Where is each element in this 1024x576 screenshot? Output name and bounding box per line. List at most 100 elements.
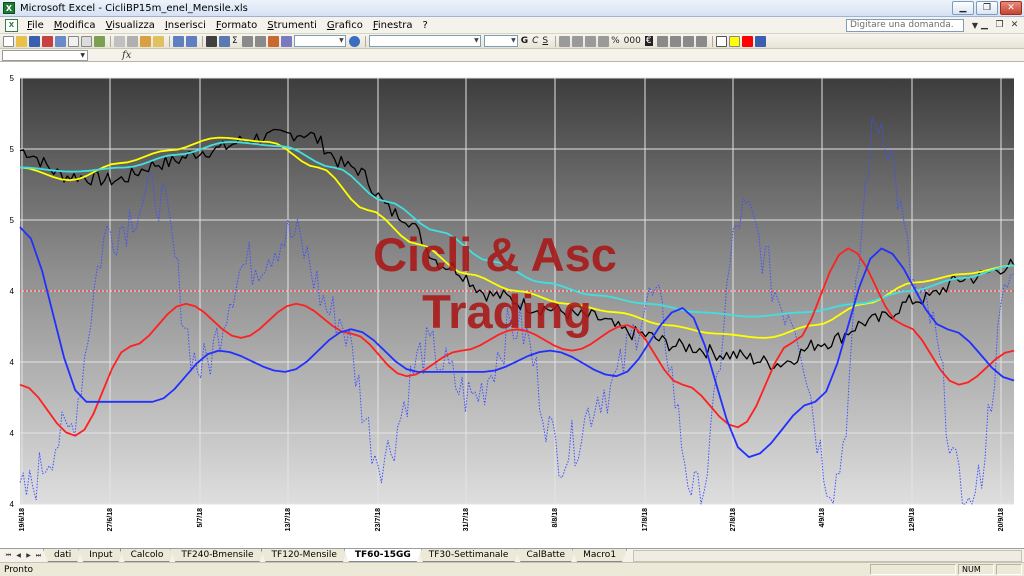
sheet-tab-input[interactable]: Input (78, 549, 123, 562)
maximize-button[interactable]: ❐ (976, 1, 998, 15)
font-size-combo[interactable] (483, 35, 518, 47)
restore-icon: ❐ (982, 3, 992, 13)
toolbar-options-icon[interactable] (754, 35, 766, 47)
paste-icon[interactable] (140, 35, 151, 47)
sheet-tab-tf60[interactable]: TF60-15GG (344, 549, 422, 562)
excel-window: X Microsoft Excel - CicliBP15m_enel_Mens… (0, 0, 1024, 576)
save-icon[interactable] (29, 35, 40, 47)
chart-area[interactable]: 5 5 5 4 4 4 4 19/6/18 27/6/18 5/7/18 13/7/18 23/7/… (0, 62, 1024, 548)
open-icon[interactable] (16, 35, 27, 47)
menu-modifica[interactable]: Modifica (49, 20, 101, 31)
borders-icon[interactable] (715, 35, 727, 47)
menu-grafico[interactable]: Grafico (322, 20, 368, 31)
minimize-button[interactable]: ▁ (952, 1, 974, 15)
y-tick-label: 4 (10, 358, 15, 367)
decrease-indent-icon[interactable] (682, 35, 694, 47)
autosum-icon[interactable]: Σ (232, 36, 238, 46)
next-sheet-icon[interactable]: ▶ (24, 551, 33, 560)
help-icon[interactable] (348, 35, 360, 47)
menu-inserisci[interactable]: Inserisci (160, 20, 211, 31)
toolbar-separator (555, 35, 557, 47)
email-icon[interactable] (55, 35, 66, 47)
format-painter-icon[interactable] (153, 35, 164, 47)
y-tick-label: 4 (10, 429, 15, 438)
sheet-tab-calbatte[interactable]: CalBatte (515, 549, 576, 562)
redo-icon[interactable] (186, 35, 197, 47)
sheet-tab-calcolo[interactable]: Calcolo (120, 549, 175, 562)
sort-ascending-icon[interactable] (241, 35, 253, 47)
menu-help[interactable]: ? (417, 20, 432, 31)
sheet-tab-macro1[interactable]: Macro1 (572, 549, 627, 562)
increase-decimal-icon[interactable] (656, 35, 668, 47)
function-icon[interactable]: fx (122, 50, 131, 61)
drawing-icon[interactable] (280, 35, 292, 47)
menu-file[interactable]: File (22, 20, 49, 31)
x-tick-label: 12/9/18 (909, 508, 916, 531)
print-preview-icon[interactable] (81, 35, 92, 47)
y-tick-label: 4 (10, 287, 15, 296)
menu-strumenti[interactable]: Strumenti (262, 20, 322, 31)
title-bar[interactable]: X Microsoft Excel - CicliBP15m_enel_Mens… (0, 0, 1024, 17)
font-name-combo[interactable] (368, 35, 481, 47)
chart-wizard-icon[interactable] (219, 35, 230, 47)
percent-button[interactable]: % (611, 36, 620, 46)
align-right-icon[interactable] (585, 35, 597, 47)
chart-icon[interactable] (267, 35, 279, 47)
sheet-tab-tf30[interactable]: TF30-Settimanale (418, 549, 520, 562)
prev-sheet-icon[interactable]: ◀ (14, 551, 23, 560)
font-color-icon[interactable] (741, 35, 753, 47)
decrease-decimal-icon[interactable] (669, 35, 681, 47)
chart-svg[interactable]: 5 5 5 4 4 4 4 19/6/18 27/6/18 5/7/18 13/7/18 23/7/… (0, 62, 1024, 548)
bold-button[interactable]: G (521, 36, 528, 46)
copy-icon[interactable] (127, 35, 138, 47)
x-tick-label: 17/8/18 (642, 508, 649, 531)
align-left-icon[interactable] (559, 35, 571, 47)
close-button[interactable]: ✕ (1000, 1, 1022, 15)
sheet-tab-tf240[interactable]: TF240-Bmensile (170, 549, 264, 562)
excel-icon[interactable]: X (3, 2, 15, 14)
italic-button[interactable]: C (532, 36, 538, 46)
menu-finestra[interactable]: Finestra (368, 20, 418, 31)
horizontal-scrollbar[interactable] (633, 550, 1022, 562)
thousands-button[interactable]: 000 (624, 36, 641, 46)
doc-restore-icon[interactable]: ❐ (993, 19, 1006, 32)
hyperlink-icon[interactable] (206, 35, 217, 47)
spelling-icon[interactable] (94, 35, 105, 47)
name-box[interactable] (2, 49, 88, 61)
euro-button[interactable]: € (644, 36, 653, 46)
print-icon[interactable] (68, 35, 79, 47)
workbook-icon[interactable]: X (5, 18, 18, 32)
watermark-line-2: Trading (422, 285, 592, 338)
fill-color-icon[interactable] (728, 35, 740, 47)
doc-close-icon[interactable]: ✕ (1008, 19, 1021, 32)
help-search-input[interactable]: Digitare una domanda. (846, 19, 964, 32)
x-tick-label: 4/9/18 (819, 508, 826, 528)
underline-button[interactable]: S (542, 36, 548, 46)
toolbar: Σ G C S % 000 € (0, 34, 1024, 49)
x-tick-label: 31/7/18 (463, 508, 470, 531)
menu-bar: X File Modifica Visualizza Inserisci For… (0, 17, 1024, 34)
merge-center-icon[interactable] (598, 35, 610, 47)
permission-icon[interactable] (42, 35, 53, 47)
sort-descending-icon[interactable] (254, 35, 266, 47)
x-tick-label: 5/7/18 (197, 508, 204, 528)
toolbar-separator (202, 35, 203, 47)
x-tick-label: 8/8/18 (552, 508, 559, 528)
align-center-icon[interactable] (572, 35, 584, 47)
first-sheet-icon[interactable]: ⏮ (4, 551, 13, 560)
cut-icon[interactable] (114, 35, 125, 47)
sheet-tabs-bar: ⏮ ◀ ▶ ⏭ dati Input Calcolo TF240-Bmensil… (0, 548, 1024, 562)
menu-formato[interactable]: Formato (211, 20, 262, 31)
zoom-combo[interactable] (293, 35, 346, 47)
y-tick-label: 5 (10, 216, 15, 225)
x-tick-label: 27/8/18 (730, 508, 737, 531)
new-icon[interactable] (3, 35, 14, 47)
sheet-tab-dati[interactable]: dati (43, 549, 82, 562)
last-sheet-icon[interactable]: ⏭ (34, 551, 43, 560)
undo-icon[interactable] (173, 35, 184, 47)
sheet-tab-tf120[interactable]: TF120-Mensile (261, 549, 348, 562)
increase-indent-icon[interactable] (695, 35, 707, 47)
doc-minimize-icon[interactable]: ▁ (978, 19, 991, 32)
y-tick-label: 5 (10, 74, 15, 83)
menu-visualizza[interactable]: Visualizza (101, 20, 160, 31)
